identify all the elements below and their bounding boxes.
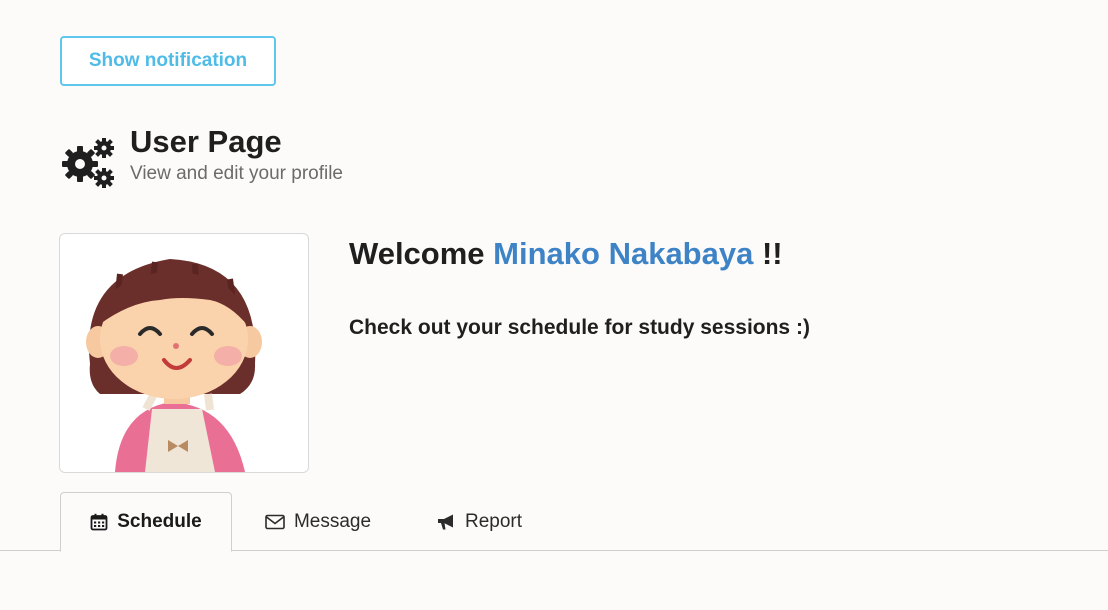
tab-schedule[interactable]: Schedule	[60, 492, 232, 552]
avatar	[59, 233, 309, 473]
page-title: User Page	[130, 124, 282, 159]
tab-bar: Schedule Message Report	[0, 492, 1108, 552]
gears-icon	[62, 138, 114, 188]
tab-message[interactable]: Message	[248, 492, 388, 551]
page-header: User Page View and edit your profile	[60, 124, 343, 190]
tab-schedule-label: Schedule	[117, 511, 202, 532]
header-text: User Page View and edit your profile	[130, 124, 343, 186]
show-notification-button[interactable]: Show notification	[60, 36, 276, 86]
welcome-suffix: !!	[761, 236, 783, 271]
tab-report[interactable]: Report	[418, 492, 540, 551]
envelope-icon	[265, 514, 285, 530]
bullhorn-icon	[436, 513, 456, 531]
show-notification-label: Show notification	[88, 50, 248, 71]
user-page: Show notification User Page View and edi…	[0, 0, 1108, 610]
tab-report-label: Report	[464, 510, 523, 532]
calendar-icon	[90, 513, 108, 531]
welcome-prefix: Welcome	[349, 236, 485, 271]
tab-message-label: Message	[293, 510, 372, 532]
user-avatar-illustration	[86, 259, 262, 472]
schedule-tagline: Check out your schedule for study sessio…	[349, 316, 810, 339]
page-subtitle: View and edit your profile	[130, 163, 343, 184]
welcome-heading: Welcome Minako Nakabaya !!	[349, 234, 783, 274]
tab-bar-divider-left	[0, 550, 60, 551]
user-name-link[interactable]: Minako Nakabaya	[493, 236, 753, 271]
